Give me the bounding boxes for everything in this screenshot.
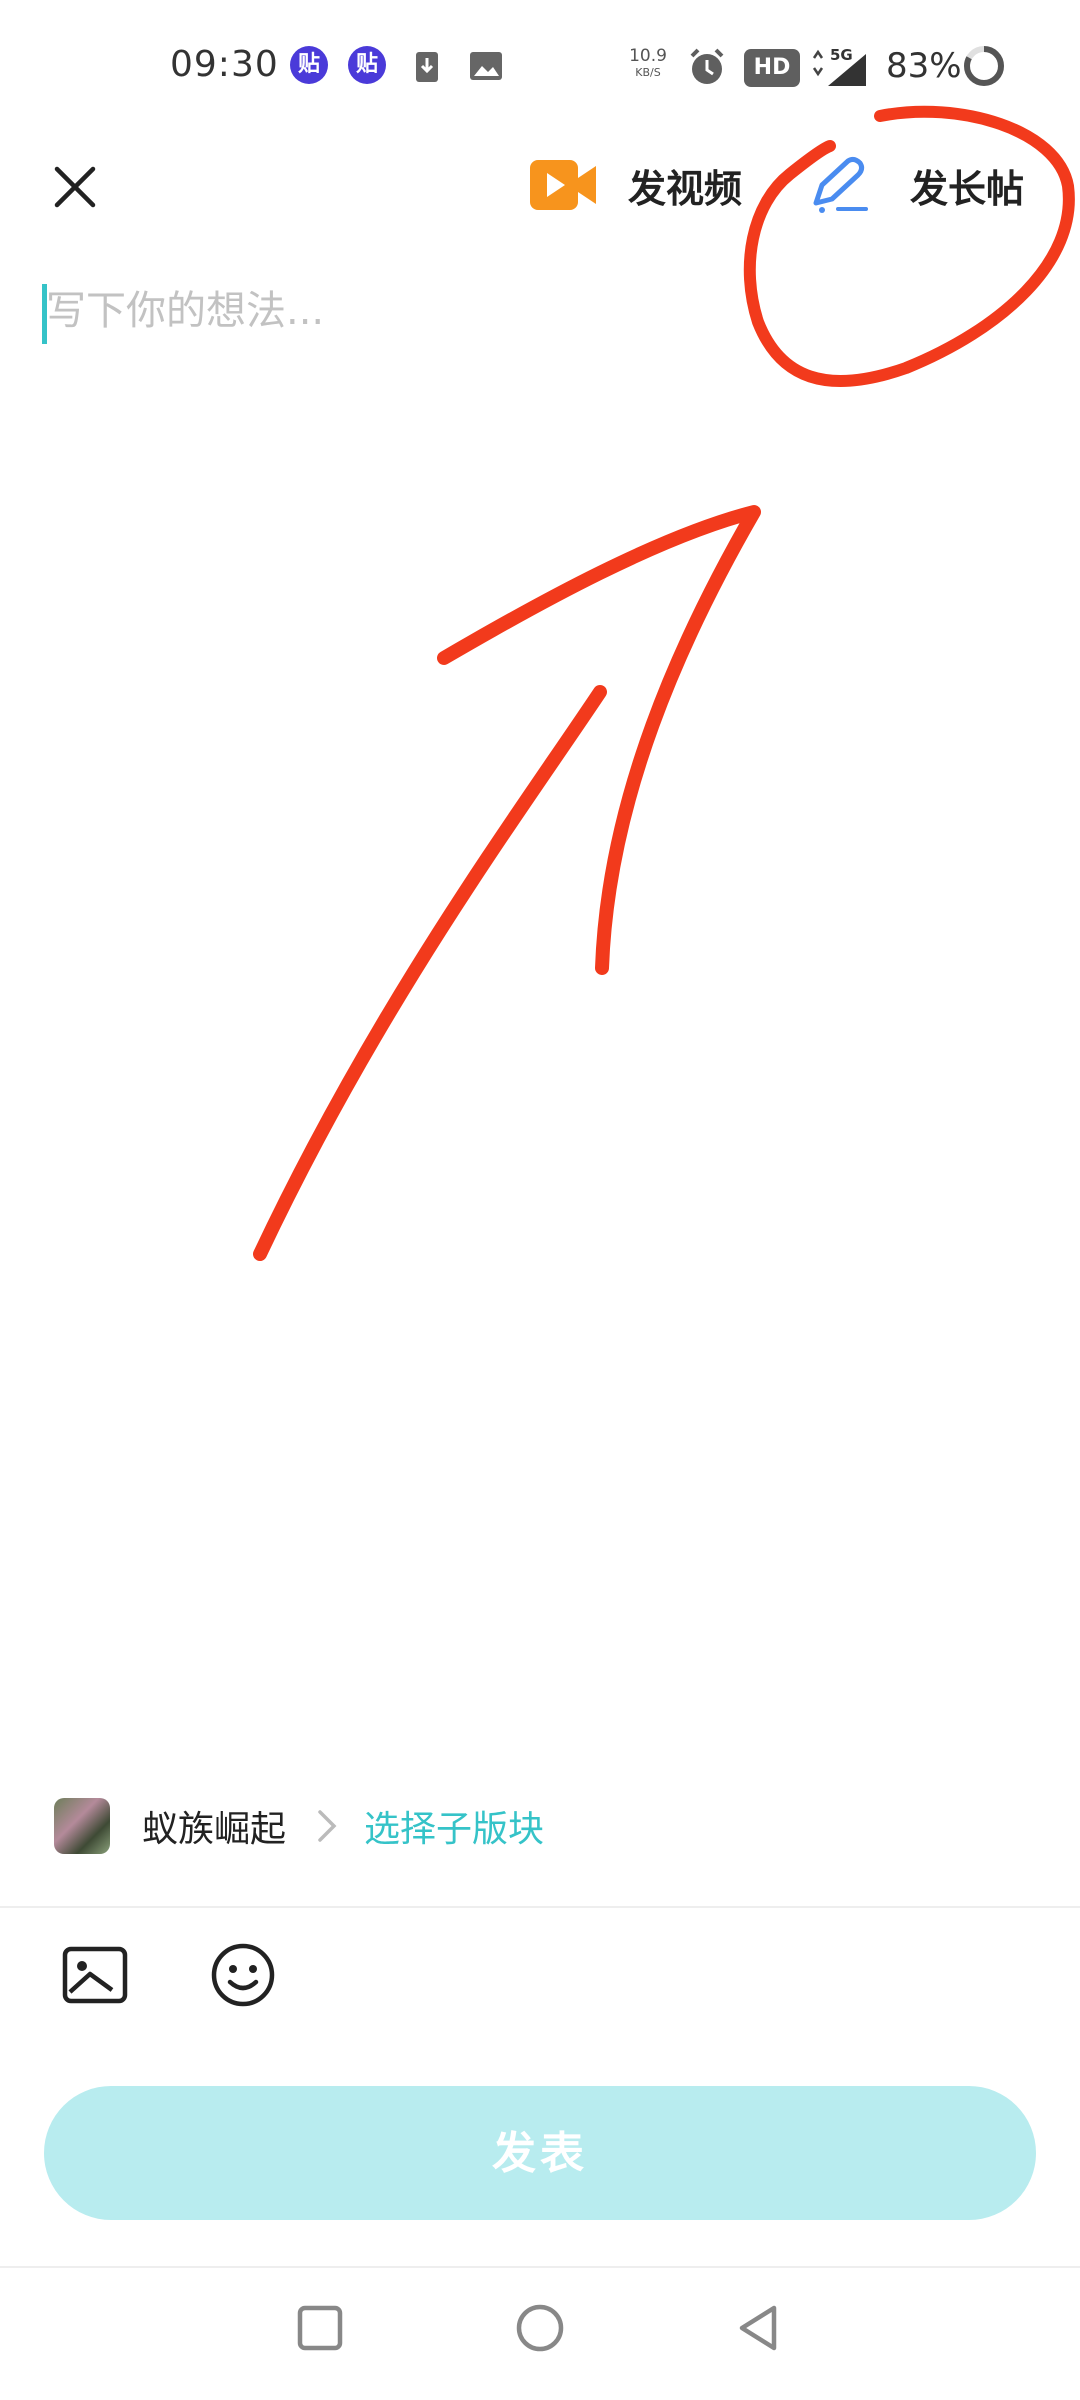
- chevron-right-icon: [318, 1810, 337, 1842]
- forum-avatar: [54, 1798, 110, 1854]
- compose-area: [40, 270, 1040, 1730]
- divider: [0, 1906, 1080, 1908]
- tieba-notification-icon: 贴: [290, 46, 328, 84]
- image-icon[interactable]: [60, 1940, 130, 2010]
- post-video-button[interactable]: 发视频: [528, 150, 742, 220]
- recent-apps-icon[interactable]: [290, 2298, 350, 2358]
- status-bar: 09:30 贴 贴 10.9 KB/S HD 5G 83%: [0, 0, 1080, 130]
- publish-button[interactable]: 发表: [44, 2086, 1036, 2220]
- battery-ring-icon: [964, 46, 1004, 86]
- network-type-label: 5G: [830, 46, 853, 64]
- download-icon: [416, 52, 438, 82]
- tieba-notification-icon-2: 贴: [348, 46, 386, 84]
- home-icon[interactable]: [510, 2298, 570, 2358]
- alarm-icon: [690, 48, 724, 84]
- post-long-label: 发长帖: [910, 166, 1025, 211]
- video-camera-icon: [530, 160, 596, 210]
- gallery-icon: [470, 52, 502, 80]
- signal-5g-icon: 5G: [812, 46, 866, 86]
- hd-voice-badge: HD: [744, 49, 800, 87]
- text-cursor: [42, 284, 47, 344]
- close-icon[interactable]: [40, 152, 110, 222]
- system-navigation-bar: [0, 2268, 1080, 2400]
- battery-percent: 83%: [886, 46, 962, 86]
- post-long-button[interactable]: 发长帖: [808, 150, 1024, 220]
- post-video-label: 发视频: [628, 166, 743, 211]
- forum-selector: 蚁族崛起 选择子版块: [54, 1796, 544, 1856]
- smiley-icon[interactable]: [208, 1940, 278, 2010]
- network-speed: 10.9 KB/S: [629, 46, 667, 79]
- forum-name: 蚁族崛起: [142, 1809, 287, 1850]
- select-sub-board-link[interactable]: 选择子版块: [364, 1800, 544, 1852]
- pen-icon: [813, 156, 868, 213]
- post-content-input[interactable]: [40, 270, 1040, 1730]
- status-time: 09:30: [170, 44, 279, 85]
- back-icon[interactable]: [730, 2298, 790, 2358]
- composer-top-bar: 发视频 发长帖: [0, 130, 1080, 240]
